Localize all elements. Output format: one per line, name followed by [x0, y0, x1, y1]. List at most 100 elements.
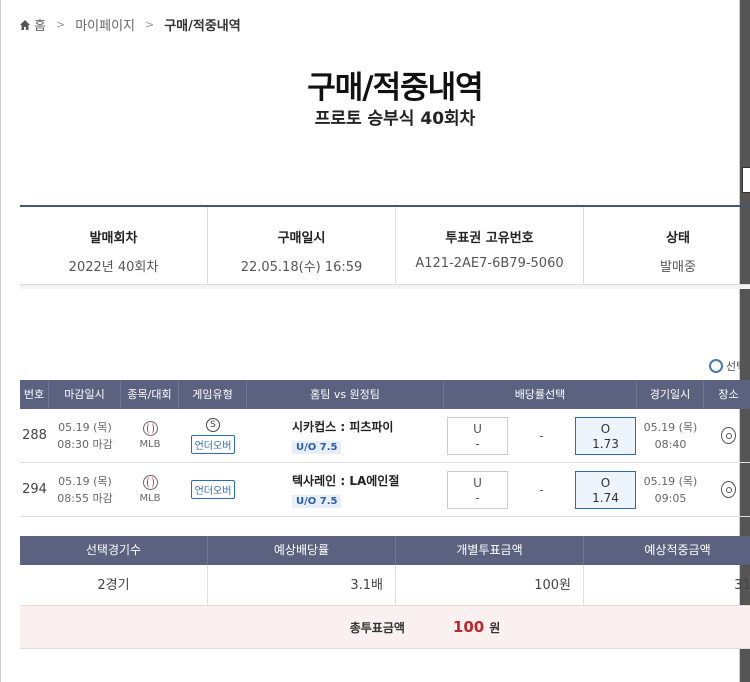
total-bet-row: 총투표금액 100 원: [20, 606, 750, 649]
location-pin-icon[interactable]: [721, 481, 736, 498]
summary-amount: 100원: [396, 565, 584, 605]
radio-circle-icon[interactable]: [709, 359, 723, 373]
game-type: 언더오버: [179, 480, 247, 499]
game-datetime: 05.19 (목) 09:05: [637, 473, 704, 507]
odds-draw: -: [539, 482, 544, 497]
game-type-badge: 언더오버: [190, 480, 236, 499]
breadcrumb-home[interactable]: 홈: [34, 15, 46, 34]
header-deadline: 마감일시: [49, 380, 121, 409]
header-game-type: 게임유형: [179, 380, 247, 409]
header-venue: 장소: [704, 380, 750, 409]
deadline-time: 08:55 마감: [57, 491, 113, 505]
odds-under-button[interactable]: U -: [447, 470, 508, 509]
info-cell-round: 발매회차 2022년 40회차: [20, 207, 208, 284]
venue-cell: [704, 481, 750, 498]
special-s-icon: S: [206, 417, 220, 432]
total-label: 총투표금액: [349, 620, 405, 635]
select-all-label: 선택: [726, 360, 747, 373]
venue-cell: [704, 427, 750, 444]
summary-row: 2경기 3.1배 100원 310원: [20, 565, 750, 606]
baseball-icon: [142, 421, 158, 436]
breadcrumb-mypage[interactable]: 마이페이지: [75, 15, 135, 34]
game-time: 09:05: [654, 491, 687, 505]
deadline-date: 05.19 (목): [58, 420, 112, 434]
game-type: S 언더오버: [179, 417, 247, 454]
league: MLB: [121, 475, 179, 504]
league-name: MLB: [139, 493, 161, 504]
header-league: 종목/대회: [121, 380, 179, 409]
odds-label: U: [473, 475, 482, 490]
odds-label: O: [600, 475, 611, 490]
divider: [20, 285, 750, 289]
info-label: 구매일시: [277, 231, 326, 246]
info-value: A121-2AE7-6B79-5060: [415, 256, 564, 271]
summary-odds: 3.1배: [208, 565, 396, 605]
summary-expected: 310원: [584, 565, 750, 605]
summary-header-odds: 예상배당률: [208, 536, 396, 565]
odds-over-button[interactable]: O 1.73: [575, 416, 636, 455]
header-odds: 배당률선택: [444, 380, 637, 409]
deadline-time: 08:30 마감: [57, 437, 113, 451]
odds-cell: U - - O 1.74: [444, 470, 637, 509]
total-unit: 원: [489, 620, 501, 635]
league: MLB: [121, 421, 179, 450]
deadline: 05.19 (목) 08:55 마감: [49, 473, 121, 507]
game-no: 294: [22, 482, 47, 497]
game-date: 05.19 (목): [643, 474, 698, 488]
game-no: 288: [22, 428, 47, 443]
league-name: MLB: [139, 439, 161, 450]
breadcrumb-current: 구매/적중내역: [164, 19, 241, 34]
header-no: 번호: [20, 380, 49, 409]
odds-label: O: [600, 421, 611, 436]
header-game-date: 경기일시: [637, 380, 704, 409]
info-value: 2022년 40회차: [68, 260, 159, 275]
summary-header-expected: 예상적중금액: [584, 536, 750, 565]
breadcrumb: 홈 > 마이페이지 > 구매/적중내역: [20, 15, 241, 34]
odds-under-button[interactable]: U -: [447, 416, 508, 455]
game-time: 08:40: [654, 437, 687, 451]
home-icon[interactable]: [20, 19, 30, 30]
info-cell-ticket-id: 투표권 고유번호 A121-2AE7-6B79-5060: [396, 207, 584, 284]
odds-value: -: [475, 490, 480, 505]
side-tab-handle[interactable]: [742, 167, 750, 193]
info-value: 22.05.18(수) 16:59: [240, 260, 363, 275]
uo-line-badge: U/O 7.5: [292, 494, 342, 508]
summary-table: 선택경기수 예상배당률 개별투표금액 예상적중금액 2경기 3.1배 100원 …: [20, 536, 750, 649]
odds-value: -: [475, 436, 480, 451]
odds-value: 1.73: [592, 436, 619, 451]
game-type-badge: 언더오버: [190, 434, 236, 454]
uo-line-badge: U/O 7.5: [292, 440, 342, 454]
info-label: 상태: [666, 231, 690, 246]
info-label: 발매회차: [89, 231, 138, 246]
game-datetime: 05.19 (목) 08:40: [637, 419, 704, 453]
page-subtitle: 프로토 승부식 40회차: [314, 109, 476, 129]
odds-over-button[interactable]: O 1.74: [575, 470, 636, 509]
table-row: 288 05.19 (목) 08:30 마감 MLB S 언더오버 시카컵스 :…: [20, 409, 750, 463]
location-pin-icon[interactable]: [721, 427, 736, 444]
info-value: 발매중: [660, 260, 696, 275]
info-label: 투표권 고유번호: [445, 231, 534, 246]
baseball-icon: [142, 475, 158, 490]
odds-label: U: [473, 421, 482, 436]
deadline-date: 05.19 (목): [58, 474, 112, 488]
odds-draw: -: [539, 428, 544, 443]
summary-count: 2경기: [20, 565, 208, 605]
chevron-right-icon: >: [145, 18, 155, 31]
total-value: 100: [452, 618, 485, 636]
teams: 텍사레인 : LA에인절: [292, 473, 400, 488]
game-date: 05.19 (목): [643, 420, 698, 434]
deadline: 05.19 (목) 08:30 마감: [49, 419, 121, 453]
teams-cell: 텍사레인 : LA에인절 U/O 7.5: [247, 472, 444, 508]
teams-cell: 시카컵스 : 피츠파이 U/O 7.5: [247, 418, 444, 454]
summary-header-amount: 개별투표금액: [396, 536, 584, 565]
summary-header: 선택경기수 예상배당률 개별투표금액 예상적중금액: [20, 536, 750, 565]
purchase-info-table: 발매회차 2022년 40회차 구매일시 22.05.18(수) 16:59 투…: [20, 205, 750, 285]
odds-cell: U - - O 1.73: [444, 416, 637, 455]
header-teams: 홈팀 vs 원정팀: [247, 380, 444, 409]
info-cell-status: 상태 발매중: [584, 207, 750, 284]
teams: 시카컵스 : 피츠파이: [292, 419, 394, 434]
info-cell-purchase-date: 구매일시 22.05.18(수) 16:59: [208, 207, 396, 284]
select-all-toggle[interactable]: 선택: [709, 358, 746, 374]
table-row: 294 05.19 (목) 08:55 마감 MLB 언더오버 텍사레인 : L…: [20, 463, 750, 517]
games-table: 번호 마감일시 종목/대회 게임유형 홈팀 vs 원정팀 배당률선택 경기일시 …: [20, 380, 750, 517]
